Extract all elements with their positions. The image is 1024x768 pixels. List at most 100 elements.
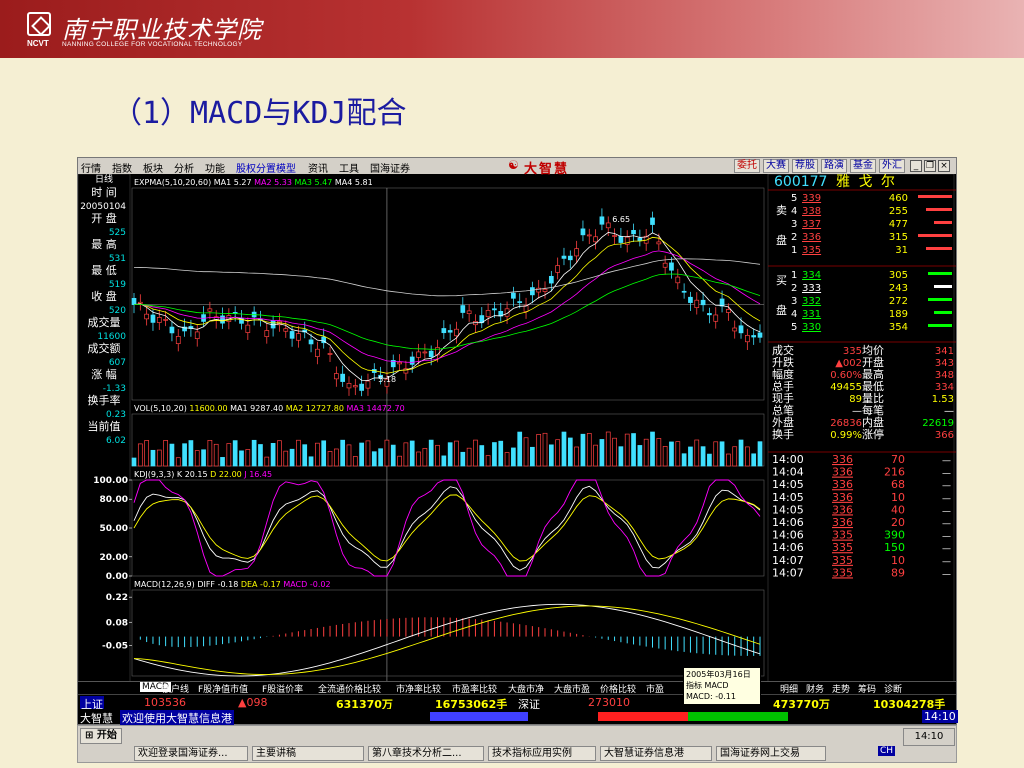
taskbar-item-1[interactable]: 主要讲稿 xyxy=(252,746,364,761)
volume-bar xyxy=(359,442,364,467)
taskbar-item-2[interactable]: 第八章技术分析二... xyxy=(368,746,484,761)
volume-bar xyxy=(137,443,143,467)
bid-volume: 272 xyxy=(889,296,908,307)
ask-volume: 460 xyxy=(889,193,908,204)
tick-price: 336 xyxy=(832,478,853,491)
toolbar-button-3[interactable]: 路演 xyxy=(821,159,847,173)
candle-body xyxy=(422,351,428,354)
volume-bar xyxy=(340,439,346,467)
volume-chart: VOL(5,10,20) 11600.00 MA1 9287.40 MA2 12… xyxy=(131,404,765,467)
volume-bar xyxy=(574,446,579,467)
candle-body xyxy=(327,353,333,355)
volume-bar xyxy=(397,455,402,467)
candle-body xyxy=(707,313,712,316)
candle-body xyxy=(555,265,561,273)
taskbar-item-5[interactable]: 国海证券网上交易 xyxy=(716,746,826,761)
menu-3[interactable]: 分析 xyxy=(174,160,194,175)
candle-body xyxy=(460,305,466,313)
volume-bar xyxy=(384,439,390,467)
tick-volume: 10 xyxy=(891,554,905,567)
ask-level: 3 xyxy=(791,219,797,230)
tick-time: 14:00 xyxy=(772,453,804,466)
menu-7[interactable]: 工具 xyxy=(339,160,359,175)
system-clock: 14:10 xyxy=(903,728,955,746)
minimize-button[interactable]: _ xyxy=(910,160,922,172)
taskbar-item-4[interactable]: 大智慧证券信息港 xyxy=(600,746,712,761)
stat-value: 49455 xyxy=(830,382,862,393)
tick-time: 14:05 xyxy=(772,491,804,504)
tick-price: 335 xyxy=(832,541,853,554)
taskbar-item-0[interactable]: 欢迎登录国海证券... xyxy=(134,746,248,761)
stock-name: 雅 戈 尔 xyxy=(836,174,897,190)
candle-body xyxy=(245,324,251,333)
candle-body xyxy=(599,216,605,225)
bid-level: 3 xyxy=(791,296,797,307)
menu-4[interactable]: 功能 xyxy=(205,160,225,175)
logo-abbrev: NCVT xyxy=(27,39,49,48)
volume-bar xyxy=(321,440,327,467)
volume-bar xyxy=(694,439,700,467)
taskbar-item-3[interactable]: 技术指标应用实例 xyxy=(488,746,596,761)
school-english-name: NANNING COLLEGE FOR VOCATIONAL TECHNOLOG… xyxy=(62,41,243,48)
close-button[interactable]: × xyxy=(938,160,950,172)
menu-bar: 行情 指数 板块 分析 功能 股权分置模型 资讯 工具 国海证券 ☯ 大智慧 委托 大赛 荐股 路演 基金 外汇… xyxy=(78,158,956,177)
stat-value: 366 xyxy=(935,430,954,441)
volume-bar xyxy=(194,450,200,467)
left-label-amount: 成交额 xyxy=(88,341,121,355)
menu-6[interactable]: 资讯 xyxy=(308,160,328,175)
tick-direction: — xyxy=(942,569,951,579)
candle-body xyxy=(156,317,162,323)
candle-body xyxy=(435,347,440,356)
tick-direction: — xyxy=(942,532,951,542)
tick-time: 14:06 xyxy=(772,529,804,542)
tick-volume: 68 xyxy=(891,478,905,491)
menu-0[interactable]: 行情 xyxy=(81,160,101,175)
toolbar-button-4[interactable]: 基金 xyxy=(850,159,876,173)
candle-body xyxy=(409,356,415,365)
volume-bar xyxy=(612,437,617,467)
menu-1[interactable]: 指数 xyxy=(112,160,132,175)
ema-line-5 xyxy=(133,232,761,381)
volume-bar xyxy=(156,449,162,467)
toolbar-button-0[interactable]: 委托 xyxy=(734,159,760,173)
tooltip-value: MACD: -0.11 xyxy=(686,692,736,701)
volume-bar xyxy=(226,443,232,467)
volume-bar xyxy=(738,439,744,467)
volume-bar xyxy=(182,443,187,467)
stat-label: 内盘 xyxy=(862,415,884,429)
toolbar-button-5[interactable]: 外汇 xyxy=(879,159,905,173)
volume-bar xyxy=(308,456,314,467)
volume-bar xyxy=(707,453,712,467)
diff-line xyxy=(133,603,761,677)
school-logo-icon xyxy=(27,12,51,36)
price-legend: EXPMA(5,10,20,60) MA1 5.27 MA2 5.33 MA3 … xyxy=(134,178,373,187)
tick-volume: 40 xyxy=(891,503,905,516)
kdj-ytick: 80.00 xyxy=(100,495,128,505)
tick-time: 14:04 xyxy=(772,466,804,479)
ask-bar xyxy=(918,234,952,237)
candle-body xyxy=(675,276,681,284)
restore-button[interactable]: ❐ xyxy=(924,160,936,172)
ask-volume: 31 xyxy=(895,245,908,256)
menu-8[interactable]: 国海证券 xyxy=(370,160,410,175)
toolbar-button-2[interactable]: 荐股 xyxy=(792,159,818,173)
volume-bar xyxy=(365,440,371,467)
volume-bar xyxy=(599,439,605,467)
volume-bar xyxy=(289,448,295,467)
sh-index-change: ▲098 xyxy=(238,696,268,709)
tick-direction: — xyxy=(942,469,951,479)
volume-bar xyxy=(567,437,573,467)
menu-2[interactable]: 板块 xyxy=(143,160,163,175)
macd-legend: MACD(12,26,9) DIFF -0.18 DEA -0.17 MACD … xyxy=(134,580,331,589)
stock-code: 600177 xyxy=(774,174,827,190)
start-label: 开始 xyxy=(96,730,117,741)
menu-5[interactable]: 股权分置模型 xyxy=(236,160,296,175)
candle-body xyxy=(669,262,674,271)
stat-value: 335 xyxy=(843,346,862,357)
stat-value: 89 xyxy=(849,394,862,405)
kdj-chart: KDJ(9,3,3) K 20.15 D 22.00 J 16.45 100.0… xyxy=(93,470,765,582)
start-button[interactable]: ⊞ 开始 xyxy=(80,728,122,744)
toolbar-button-1[interactable]: 大赛 xyxy=(763,159,789,173)
right-panel-tabs: 明细 财务 走势 筹码 诊断 xyxy=(770,681,956,695)
stat-label: 开盘 xyxy=(862,355,884,369)
